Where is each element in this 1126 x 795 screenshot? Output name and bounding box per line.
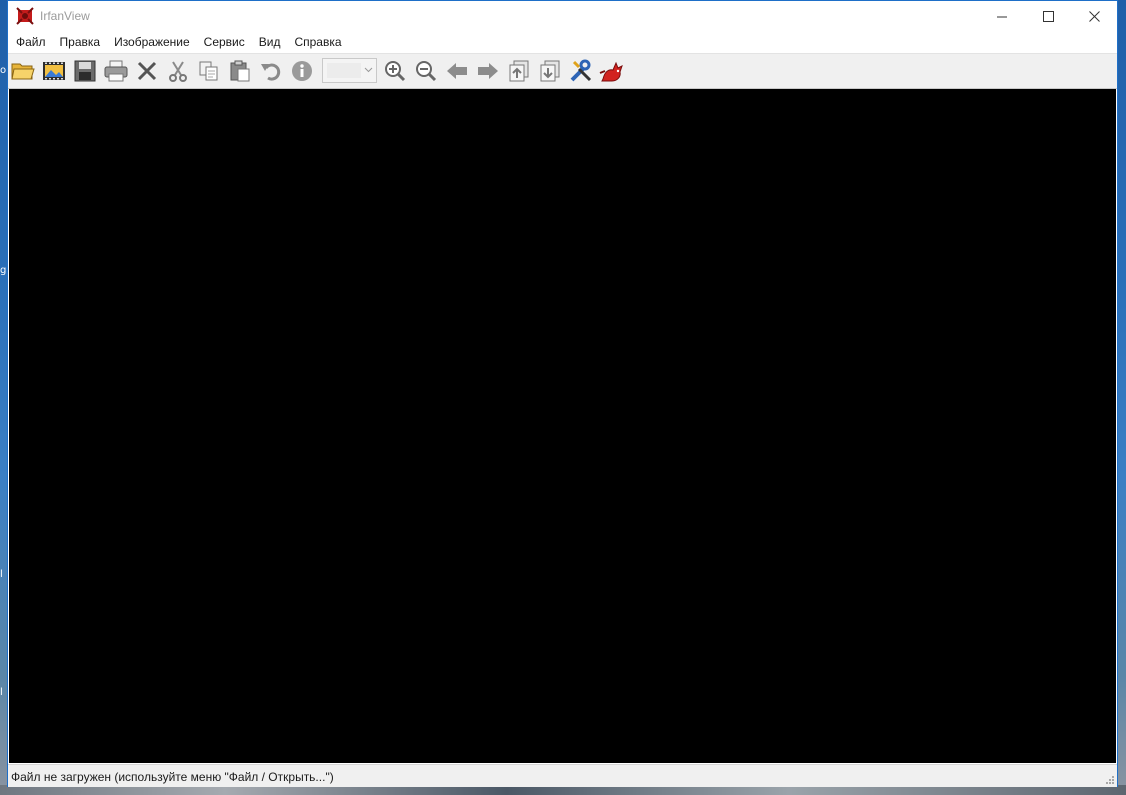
info-icon xyxy=(292,61,312,81)
image-canvas[interactable] xyxy=(9,89,1116,763)
maximize-icon xyxy=(1042,10,1054,22)
irfanview-cat-icon xyxy=(599,61,623,82)
status-text: Файл не загружен (используйте меню "Файл… xyxy=(11,770,334,784)
close-button[interactable] xyxy=(1071,1,1117,31)
menu-view[interactable]: Вид xyxy=(252,32,288,52)
menu-edit[interactable]: Правка xyxy=(53,32,108,52)
save-icon xyxy=(74,60,96,82)
desktop-fragment: g xyxy=(0,265,7,276)
paste-icon xyxy=(230,60,250,82)
arrow-right-icon xyxy=(478,63,498,79)
maximize-button[interactable] xyxy=(1025,1,1071,31)
slideshow-icon xyxy=(43,62,65,80)
info-button[interactable] xyxy=(289,58,315,84)
zoom-out-button[interactable] xyxy=(413,58,439,84)
zoom-out-icon xyxy=(416,61,437,82)
print-icon xyxy=(104,60,128,82)
zoom-in-icon xyxy=(385,61,406,82)
copy-button[interactable] xyxy=(196,58,222,84)
copy-icon xyxy=(199,61,218,81)
title-bar[interactable]: IrfanView xyxy=(8,1,1117,32)
undo-icon xyxy=(261,63,281,81)
print-button[interactable] xyxy=(103,58,129,84)
status-bar: Файл не загружен (используйте меню "Файл… xyxy=(8,764,1117,787)
desktop-fragment: l xyxy=(0,569,3,580)
cut-button[interactable] xyxy=(165,58,191,84)
minimize-icon xyxy=(996,16,1007,17)
next-button[interactable] xyxy=(475,58,501,84)
last-file-icon xyxy=(540,60,560,82)
irfanview-app-icon xyxy=(16,7,34,25)
menu-bar: Файл Правка Изображение Сервис Вид Справ… xyxy=(8,32,1117,52)
arrow-left-icon xyxy=(447,63,467,79)
slideshow-button[interactable] xyxy=(41,58,67,84)
tools-icon xyxy=(570,59,592,82)
last-file-button[interactable] xyxy=(537,58,563,84)
chevron-down-icon xyxy=(364,67,373,73)
zoom-select[interactable] xyxy=(322,58,377,83)
zoom-in-button[interactable] xyxy=(382,58,408,84)
zoom-select-value xyxy=(327,63,361,78)
cut-icon xyxy=(169,61,187,82)
about-button[interactable] xyxy=(599,58,625,84)
irfanview-window: IrfanView Файл Правка Изображение Сервис… xyxy=(7,0,1118,787)
menu-help[interactable]: Справка xyxy=(287,32,348,52)
open-button[interactable] xyxy=(10,58,36,84)
options-button[interactable] xyxy=(568,58,594,84)
paste-button[interactable] xyxy=(227,58,253,84)
delete-button[interactable] xyxy=(134,58,160,84)
toolbar xyxy=(8,53,1117,89)
save-button[interactable] xyxy=(72,58,98,84)
menu-file[interactable]: Файл xyxy=(9,32,53,52)
desktop-fragment: l xyxy=(0,687,3,698)
resize-grip-icon[interactable] xyxy=(1103,773,1115,785)
previous-button[interactable] xyxy=(444,58,470,84)
minimize-button[interactable] xyxy=(979,1,1025,31)
delete-icon xyxy=(137,61,157,81)
open-folder-icon xyxy=(11,63,35,80)
window-title: IrfanView xyxy=(40,9,90,23)
menu-tools[interactable]: Сервис xyxy=(197,32,252,52)
first-file-icon xyxy=(509,60,529,82)
close-icon xyxy=(1088,10,1100,22)
first-file-button[interactable] xyxy=(506,58,532,84)
undo-button[interactable] xyxy=(258,58,284,84)
desktop-fragment: o xyxy=(0,65,7,76)
menu-image[interactable]: Изображение xyxy=(107,32,197,52)
